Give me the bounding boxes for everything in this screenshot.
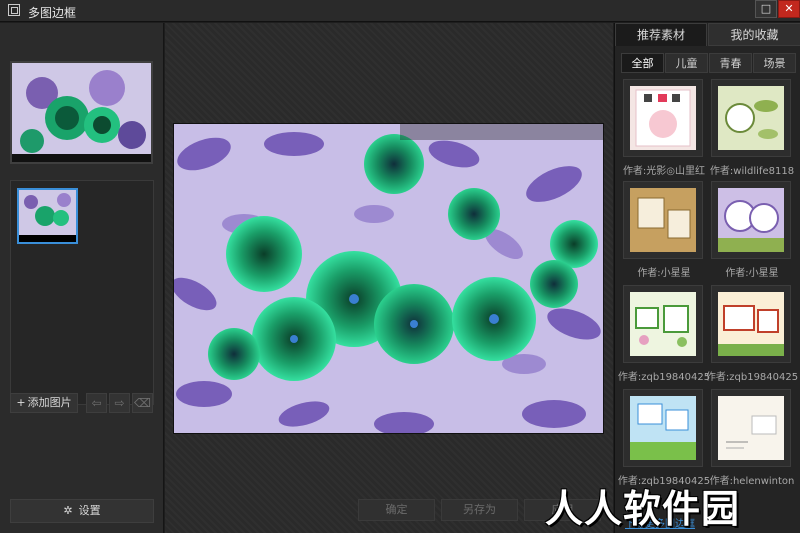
template-item[interactable]: 作者:小星星 <box>711 181 793 281</box>
title-bar: 多图边框 □ ✕ <box>0 0 800 22</box>
add-image-label: 添加图片 <box>27 396 72 409</box>
window-title: 多图边框 <box>28 6 77 20</box>
settings-label: 设置 <box>78 504 101 517</box>
move-left-button[interactable]: ⇦ <box>86 393 107 413</box>
tab-favorites[interactable]: 我的收藏 <box>708 23 800 46</box>
template-thumbnail <box>711 181 791 259</box>
settings-button[interactable]: ✲ 设置 <box>10 499 154 523</box>
template-author: 作者:zqb19840425 <box>617 372 711 383</box>
trash-icon: ⌫ <box>134 396 151 410</box>
confirm-button[interactable]: 确定 <box>358 499 435 521</box>
template-item[interactable]: 作者:zqb19840425 <box>618 285 710 385</box>
add-image-button[interactable]: + 添加图片 <box>10 393 78 413</box>
preview-flower-image <box>12 63 151 162</box>
save-as-button[interactable]: 另存为 <box>441 499 518 521</box>
template-thumbnail <box>623 389 703 467</box>
purple-frame-image <box>718 188 784 252</box>
tab-recommended[interactable]: 推荐素材 <box>615 23 707 46</box>
template-thumbnail <box>711 79 791 157</box>
close-button[interactable]: ✕ <box>778 0 800 18</box>
category-youth[interactable]: 青春 <box>709 53 752 73</box>
maximize-icon: □ <box>760 2 772 15</box>
flower-photo <box>174 124 603 433</box>
nature-frame-image <box>718 86 784 150</box>
category-all[interactable]: 全部 <box>621 53 664 73</box>
photo-preview[interactable] <box>173 123 604 434</box>
template-author: 作者:小星星 <box>725 268 779 279</box>
template-thumbnail <box>623 79 703 157</box>
template-author: 作者:wildlife8118 <box>709 166 795 177</box>
gear-icon: ✲ <box>63 504 73 517</box>
close-icon: ✕ <box>784 2 794 15</box>
template-item[interactable]: 作者:小星星 <box>623 181 705 281</box>
love-frame-image <box>630 86 696 150</box>
delete-image-button[interactable]: ⌫ <box>132 393 153 413</box>
image-list-thumbnail <box>19 190 76 235</box>
template-thumbnail <box>623 285 703 363</box>
left-panel: + 添加图片 ⇦ ⇨ ⌫ ✲ 设置 <box>0 23 164 533</box>
template-author: 作者:小星星 <box>637 268 691 279</box>
move-right-button[interactable]: ⇨ <box>109 393 130 413</box>
template-item[interactable]: 作者:zqb19840425 <box>618 389 710 489</box>
frame-preview-thumbnail[interactable] <box>10 61 153 164</box>
red-collage-image <box>718 292 784 356</box>
sky-collage-image <box>630 396 696 460</box>
image-list <box>10 180 154 405</box>
gold-frame-image <box>630 188 696 252</box>
arrow-left-icon: ⇦ <box>91 396 102 410</box>
paper-collage-image <box>718 396 784 460</box>
maximize-button[interactable]: □ <box>755 0 777 18</box>
arrow-right-icon: ⇨ <box>114 396 125 410</box>
template-item[interactable]: 作者:zqb19840425 <box>706 285 798 385</box>
template-item[interactable]: 作者:光影◎山里红 <box>623 79 705 179</box>
watermark-text: 人人软件园 <box>545 487 741 531</box>
template-thumbnail <box>623 181 703 259</box>
category-children[interactable]: 儿童 <box>665 53 708 73</box>
template-author: 作者:zqb19840425 <box>705 372 799 383</box>
materials-panel: 推荐素材 我的收藏 全部 儿童 青春 场景 作者:光影◎山里红 作者:wildl… <box>614 23 800 533</box>
template-thumbnail <box>711 389 791 467</box>
category-scene[interactable]: 场景 <box>753 53 796 73</box>
plus-icon: + <box>16 396 26 409</box>
template-item[interactable]: 作者:wildlife8118 <box>710 79 794 179</box>
app-icon <box>8 4 20 16</box>
template-thumbnail <box>711 285 791 363</box>
green-collage-image <box>630 292 696 356</box>
image-list-item-selected[interactable] <box>17 188 78 244</box>
template-grid: 作者:光影◎山里红 作者:wildlife8118 作者:小星星 作者:小星星 … <box>615 79 800 533</box>
canvas-area: 确定 另存为 应用 <box>165 23 613 533</box>
category-filter: 全部 儿童 青春 场景 <box>621 53 797 73</box>
template-author: 作者:光影◎山里红 <box>622 166 706 177</box>
template-item[interactable]: 作者:helenwinton <box>710 389 794 489</box>
thumbnail-letterbox <box>19 235 76 242</box>
